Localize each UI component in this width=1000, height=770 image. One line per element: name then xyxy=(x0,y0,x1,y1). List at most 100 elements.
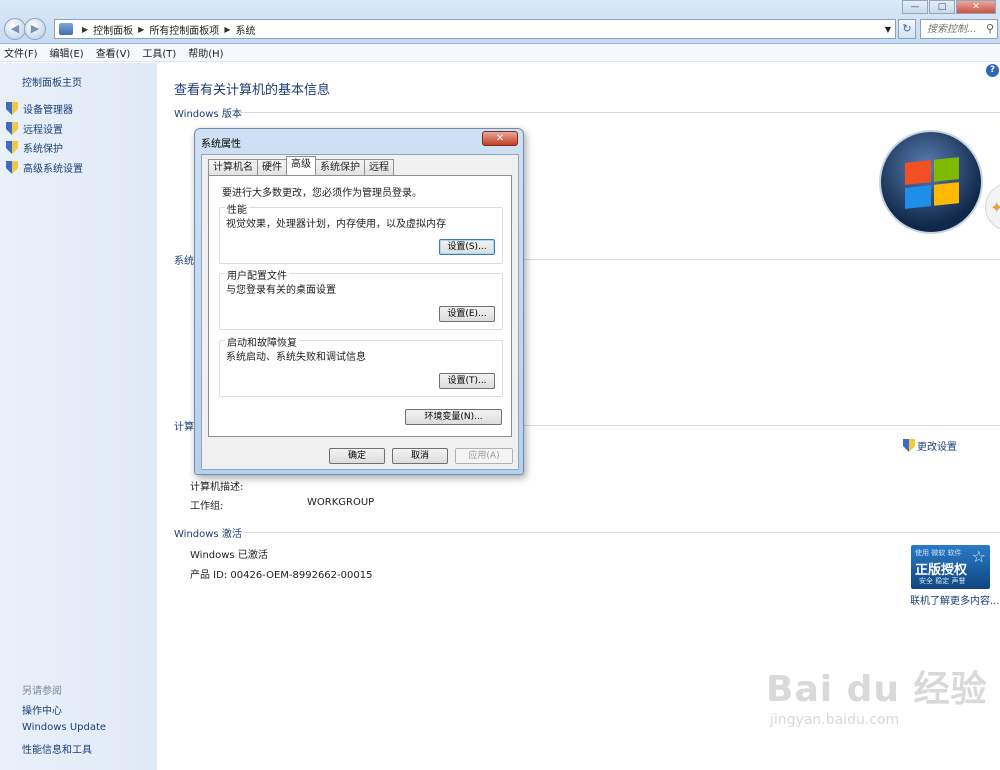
divider xyxy=(240,112,1000,113)
group-description: 与您登录有关的桌面设置 xyxy=(226,285,336,296)
system-properties-dialog: 系统属性 ✕ 计算机名 硬件 高级 系统保护 远程 要进行大多数更改，您必须作为… xyxy=(194,128,524,475)
star-icon: ☆ xyxy=(971,547,986,566)
shield-icon xyxy=(6,141,18,154)
windows-flag-icon xyxy=(905,157,959,209)
forward-arrow-icon: ▶ xyxy=(30,22,40,35)
tab-hardware[interactable]: 硬件 xyxy=(257,159,287,175)
genuine-line1: 使用 微软 软件 xyxy=(915,549,962,557)
computer-description-label: 计算机描述: xyxy=(190,482,244,493)
section-activation: Windows 激活 xyxy=(174,525,1000,540)
tab-advanced[interactable]: 高级 xyxy=(286,156,316,175)
search-icon[interactable]: ⚲ xyxy=(986,22,994,35)
back-button[interactable]: ◀ xyxy=(4,18,26,40)
group-title: 性能 xyxy=(225,201,249,216)
sidebar-item-label: 远程设置 xyxy=(23,125,63,136)
group-user-profiles: 用户配置文件 与您登录有关的桌面设置 设置(E)... xyxy=(219,267,503,330)
breadcrumb-all-items[interactable]: 所有控制面板项 xyxy=(149,22,219,37)
workgroup-value: WORKGROUP xyxy=(307,497,375,508)
dialog-tabs: 计算机名 硬件 高级 系统保护 远程 xyxy=(208,156,394,175)
startup-recovery-settings-button[interactable]: 设置(T)... xyxy=(439,373,495,389)
section-title: 系统 xyxy=(174,256,194,267)
tab-computer-name[interactable]: 计算机名 xyxy=(208,159,258,175)
menu-view[interactable]: 查看(V) xyxy=(96,45,131,60)
apply-button[interactable]: 应用(A) xyxy=(455,448,513,464)
divider xyxy=(240,532,1000,533)
sidebar-item-label: 系统保护 xyxy=(23,144,63,155)
see-also-title: 另请参阅 xyxy=(22,686,62,697)
help-icon[interactable]: ? xyxy=(986,64,999,77)
workgroup-label: 工作组: xyxy=(190,501,224,512)
genuine-line3: 安全 稳定 声誉 xyxy=(919,577,966,585)
activation-status: Windows 已激活 xyxy=(190,550,268,561)
maximize-button[interactable]: □ xyxy=(929,0,955,14)
change-settings-link[interactable]: 更改设置 xyxy=(903,438,957,453)
performance-settings-button[interactable]: 设置(S)... xyxy=(439,239,495,255)
dialog-title: 系统属性 xyxy=(201,139,241,150)
shield-icon xyxy=(903,439,915,452)
refresh-icon: ↻ xyxy=(902,22,912,35)
sidebar-link-action-center[interactable]: 操作中心 xyxy=(22,702,62,717)
product-id: 产品 ID: 00426-OEM-8992662-00015 xyxy=(190,570,373,581)
sidebar-item-label: 设备管理器 xyxy=(23,105,73,116)
menu-help[interactable]: 帮助(H) xyxy=(188,45,223,60)
minimize-button[interactable]: — xyxy=(902,0,928,14)
dialog-body: 计算机名 硬件 高级 系统保护 远程 要进行大多数更改，您必须作为管理员登录。 … xyxy=(201,154,519,470)
change-settings-label: 更改设置 xyxy=(917,442,957,453)
back-arrow-icon: ◀ xyxy=(10,22,20,35)
admin-note: 要进行大多数更改，您必须作为管理员登录。 xyxy=(222,188,422,199)
environment-variables-button[interactable]: 环境变量(N)... xyxy=(405,409,502,425)
sidebar-item-device-manager[interactable]: 设备管理器 xyxy=(6,101,73,116)
search-box[interactable]: ⚲ xyxy=(920,19,998,39)
search-input[interactable] xyxy=(921,20,981,38)
section-edition: Windows 版本 xyxy=(174,105,1000,120)
section-system: 系统 xyxy=(174,252,1000,267)
group-description: 系统启动、系统失败和调试信息 xyxy=(226,352,366,363)
watermark-brand: Bai du 经验 xyxy=(766,669,988,710)
title-bar: ◀ ▶ — □ ✕ ▶ 控制面板 ▶ 所有控制面板项 ▶ 系统 ▼ ↻ ⚲ xyxy=(0,0,1000,44)
chevron-right-icon[interactable]: ▶ xyxy=(138,25,144,34)
sidebar-item-advanced-settings[interactable]: 高级系统设置 xyxy=(6,160,83,175)
sidebar-home-link[interactable]: 控制面板主页 xyxy=(22,74,82,89)
forward-button[interactable]: ▶ xyxy=(24,18,46,40)
tab-system-protection[interactable]: 系统保护 xyxy=(315,159,365,175)
close-button[interactable]: ✕ xyxy=(956,0,996,14)
shield-icon xyxy=(6,122,18,135)
group-performance: 性能 视觉效果，处理器计划，内存使用，以及虚拟内存 设置(S)... xyxy=(219,201,503,264)
address-bar[interactable]: ▶ 控制面板 ▶ 所有控制面板项 ▶ 系统 ▼ xyxy=(54,19,896,39)
menu-file[interactable]: 文件(F) xyxy=(4,45,38,60)
page-title: 查看有关计算机的基本信息 xyxy=(174,83,331,98)
cancel-button[interactable]: 取消 xyxy=(392,448,448,464)
tab-page-advanced: 要进行大多数更改，您必须作为管理员登录。 性能 视觉效果，处理器计划，内存使用，… xyxy=(208,175,512,437)
chevron-down-icon[interactable]: ▼ xyxy=(885,25,891,34)
menu-tools[interactable]: 工具(T) xyxy=(142,45,176,60)
shield-icon xyxy=(6,161,18,174)
sidebar-item-label: 高级系统设置 xyxy=(23,164,83,175)
breadcrumb-control-panel[interactable]: 控制面板 xyxy=(93,22,133,37)
learn-more-link[interactable]: 联机了解更多内容... xyxy=(910,592,1000,607)
sidebar-item-system-protection[interactable]: 系统保护 xyxy=(6,140,63,155)
tab-remote[interactable]: 远程 xyxy=(364,159,394,175)
section-title: Windows 激活 xyxy=(174,529,242,540)
user-profiles-settings-button[interactable]: 设置(E)... xyxy=(439,306,495,322)
shield-icon xyxy=(6,102,18,115)
genuine-badge: 使用 微软 软件 正版授权 安全 稳定 声誉 ☆ xyxy=(911,545,990,589)
group-description: 视觉效果，处理器计划，内存使用，以及虚拟内存 xyxy=(226,219,446,230)
chevron-right-icon[interactable]: ▶ xyxy=(224,25,230,34)
chevron-right-icon[interactable]: ▶ xyxy=(82,25,88,34)
control-panel-icon xyxy=(59,23,73,35)
watermark-url: jingyan.baidu.com xyxy=(770,712,900,728)
refresh-button[interactable]: ↻ xyxy=(898,19,916,39)
menu-edit[interactable]: 编辑(E) xyxy=(50,45,84,60)
dialog-close-button[interactable]: ✕ xyxy=(482,131,518,146)
menu-bar: 文件(F) 编辑(E) 查看(V) 工具(T) 帮助(H) xyxy=(0,44,1000,62)
group-title: 用户配置文件 xyxy=(225,267,289,282)
windows-logo-icon xyxy=(879,130,983,234)
sidebar-link-performance[interactable]: 性能信息和工具 xyxy=(22,741,92,756)
group-startup-recovery: 启动和故障恢复 系统启动、系统失败和调试信息 设置(T)... xyxy=(219,334,503,397)
ok-button[interactable]: 确定 xyxy=(329,448,385,464)
section-title: Windows 版本 xyxy=(174,109,242,120)
oem-logo: ✦ xyxy=(985,183,1000,231)
sidebar-link-windows-update[interactable]: Windows Update xyxy=(22,722,106,733)
breadcrumb-system[interactable]: 系统 xyxy=(235,22,255,37)
sidebar-item-remote-settings[interactable]: 远程设置 xyxy=(6,121,63,136)
